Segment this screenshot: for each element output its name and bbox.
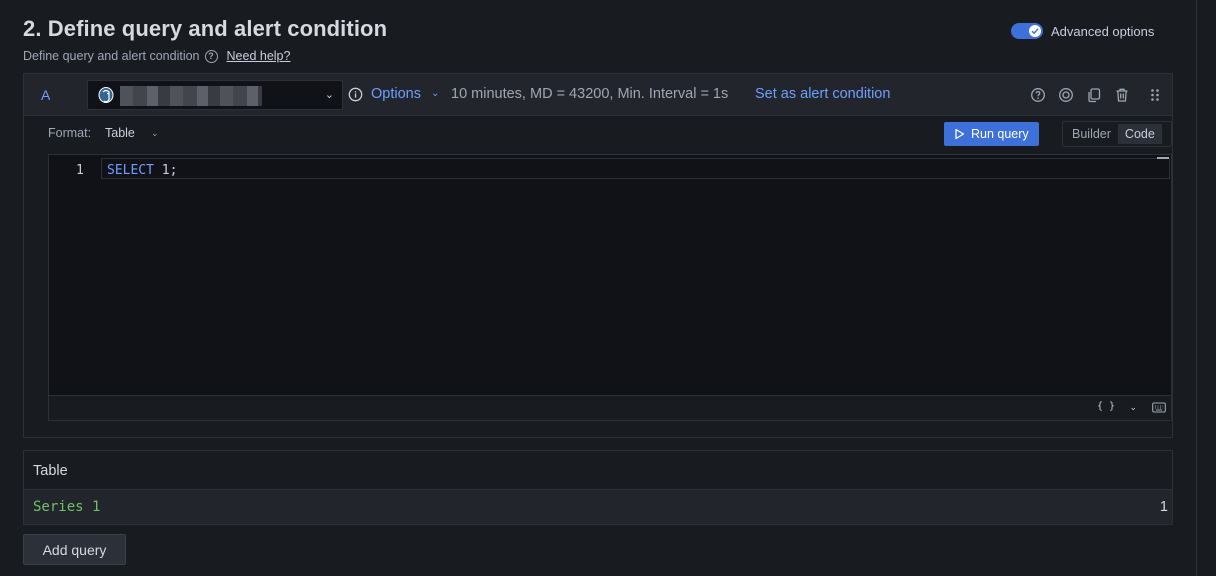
chevron-down-icon: ⌄ (324, 89, 334, 101)
scrollbar-divider (1196, 0, 1197, 576)
series-name: Series 1 (33, 499, 101, 515)
play-icon (955, 128, 965, 140)
need-help-link[interactable]: Need help? (227, 49, 291, 63)
query-options-button[interactable]: Options (371, 86, 421, 102)
check-icon (1029, 25, 1041, 37)
table-row: Series 1 1 (24, 490, 1172, 524)
query-options-summary: 10 minutes, MD = 43200, Min. Interval = … (451, 86, 729, 102)
mode-code-button[interactable]: Code (1117, 124, 1162, 144)
query-ref-id[interactable]: A (41, 87, 50, 103)
current-line-highlight (101, 158, 1170, 179)
format-label: Format: (48, 126, 92, 140)
format-select[interactable]: Table (105, 126, 135, 140)
advanced-options-toggle-group[interactable]: Advanced options (1011, 23, 1154, 39)
sql-code-editor[interactable]: 1 SELECT 1; { } ⌄ (48, 154, 1172, 421)
sql-keyword: SELECT (107, 163, 154, 178)
postgresql-elephant-icon (98, 87, 114, 103)
question-circle-icon: ? (204, 49, 218, 63)
run-query-label: Run query (971, 127, 1029, 141)
mode-builder-button[interactable]: Builder (1065, 124, 1118, 144)
advanced-options-toggle[interactable] (1011, 23, 1043, 39)
line-number: 1 (76, 163, 84, 178)
chevron-down-icon[interactable]: ⌄ (1129, 402, 1137, 413)
editor-scrollbar-marker (1157, 157, 1169, 159)
keyboard-icon[interactable] (1152, 402, 1166, 413)
editor-footer: { } ⌄ (49, 395, 1171, 420)
advanced-options-label: Advanced options (1051, 23, 1155, 39)
eye-icon[interactable] (1058, 87, 1074, 103)
set-alert-condition-button[interactable]: Set as alert condition (755, 86, 890, 102)
run-query-button[interactable]: Run query (944, 122, 1039, 146)
info-circle-icon[interactable] (348, 87, 363, 102)
question-circle-icon[interactable] (1030, 87, 1046, 103)
section-title: 2. Define query and alert condition (23, 16, 388, 41)
format-code-icon[interactable]: { } (1097, 401, 1115, 412)
sql-expression: 1; (153, 163, 178, 178)
section-subtitle: Define query and alert condition ? Need … (23, 49, 290, 63)
add-query-button[interactable]: Add query (23, 534, 126, 565)
query-results-table: Table Series 1 1 (23, 450, 1173, 525)
results-header: Table (24, 451, 1172, 490)
datasource-picker[interactable]: ⌄ (87, 80, 343, 110)
query-editor-row: A ⌄ Options ⌄ 10 minutes, MD = 43200, Mi… (23, 73, 1173, 438)
copy-icon[interactable] (1086, 87, 1102, 103)
drag-handle-icon[interactable] (1147, 87, 1163, 103)
datasource-name-redacted (120, 86, 262, 106)
editor-mode-switch: Builder Code (1062, 121, 1172, 147)
series-value: 1 (1159, 499, 1168, 515)
chevron-down-icon: ⌄ (151, 128, 159, 138)
chevron-down-icon: ⌄ (431, 88, 440, 99)
code-line[interactable]: SELECT 1; (107, 163, 177, 178)
query-header: A ⌄ Options ⌄ 10 minutes, MD = 43200, Mi… (24, 74, 1172, 116)
subtitle-text: Define query and alert condition (23, 49, 200, 63)
trash-icon[interactable] (1114, 87, 1130, 103)
